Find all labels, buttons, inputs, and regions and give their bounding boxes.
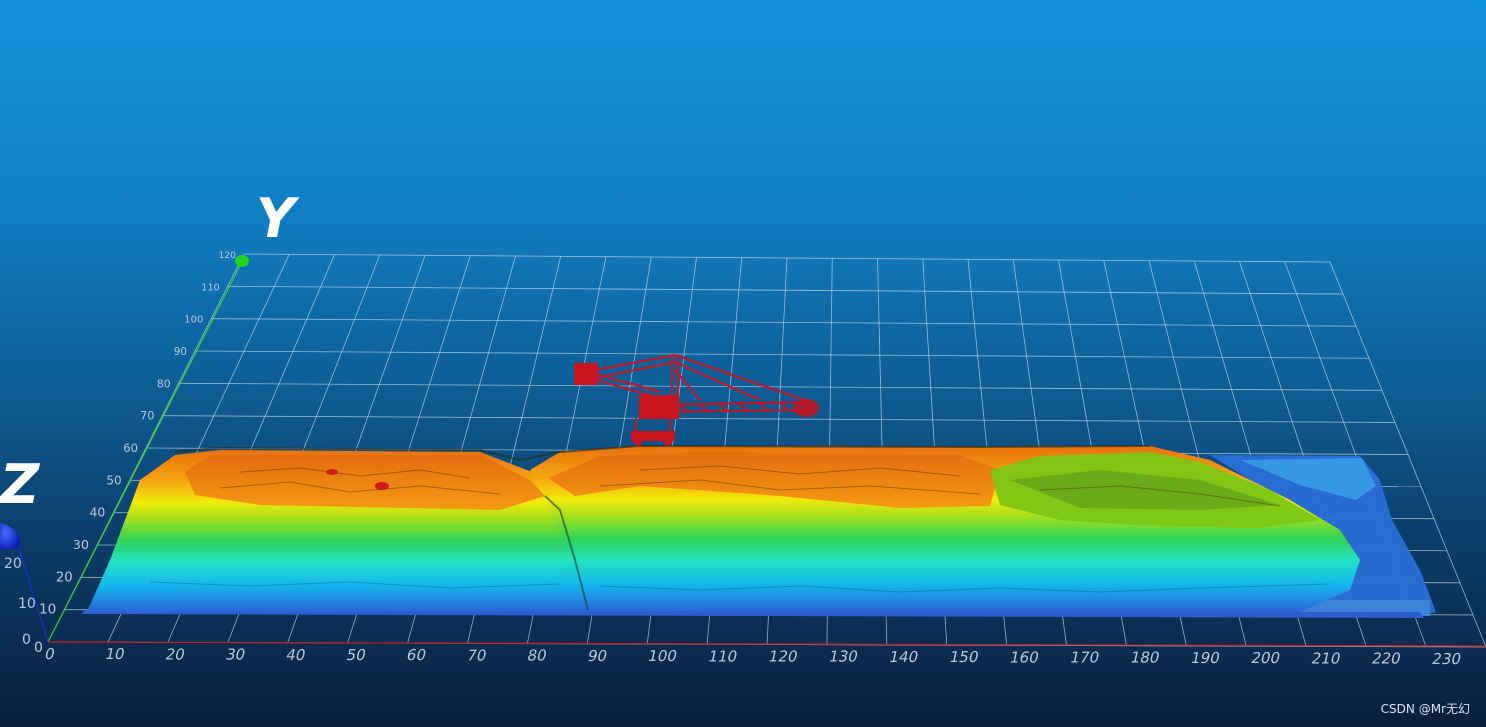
y-axis-title: Y (256, 187, 296, 250)
y-tick-label: 60 (123, 441, 138, 455)
z-tick-label: 20 (4, 556, 22, 572)
x-tick-label: 220 (1370, 650, 1402, 668)
x-tick-label: 110 (707, 647, 739, 665)
x-tick-label: 160 (1008, 648, 1040, 666)
z-tick-label: 0 (22, 632, 31, 648)
y-tick-label: 70 (140, 410, 154, 423)
y-tick-label: 40 (90, 505, 106, 520)
x-tick-label: 70 (465, 647, 488, 665)
y-tick-label: 20 (56, 570, 73, 585)
x-tick-label: 20 (164, 646, 187, 664)
x-tick-label: 120 (767, 648, 799, 666)
x-tick-label: 100 (646, 647, 678, 665)
3d-viewport[interactable]: 0 10 20 30 40 50 60 70 80 90 100 110 120 130 140 150 160… (0, 0, 1486, 727)
y-tick-label: 120 (218, 250, 236, 261)
z-axis-line (13, 531, 49, 643)
x-tick-label: 230 (1430, 650, 1462, 668)
y-axis-end-marker (235, 255, 249, 267)
x-tick-label: 130 (827, 648, 859, 666)
x-tick-label: 150 (948, 648, 980, 666)
x-tick-label: 210 (1310, 650, 1342, 668)
x-axis-ticks: 0 10 20 30 40 50 60 70 80 90 100 110 120 130 140 150 160… (43, 645, 1463, 668)
y-tick-label: 90 (174, 346, 187, 358)
stockpile-point-cloud[interactable] (82, 444, 1436, 618)
z-axis-end-marker (0, 522, 21, 550)
x-tick-label: 30 (224, 646, 247, 664)
x-tick-label: 50 (345, 646, 368, 664)
x-tick-label: 170 (1069, 649, 1101, 667)
x-tick-label: 200 (1249, 649, 1281, 667)
y-tick-label: 100 (184, 315, 203, 326)
y-tick-label: 30 (73, 538, 89, 553)
z-tick-label: 10 (18, 596, 36, 612)
x-tick-label: 190 (1189, 649, 1221, 667)
x-tick-label: 180 (1129, 649, 1161, 667)
x-tick-label: 60 (405, 646, 428, 664)
z-axis-title: Z (0, 453, 40, 516)
x-tick-label: 40 (284, 646, 307, 664)
watermark: CSDN @Mr无幻 (1380, 702, 1470, 716)
origin-label: 0 (34, 640, 43, 656)
y-tick-label: 110 (201, 282, 219, 293)
y-tick-label: 10 (39, 602, 56, 618)
y-tick-label: 50 (106, 473, 121, 487)
scene-canvas[interactable]: 0 10 20 30 40 50 60 70 80 90 100 110 120 130 140 150 160… (0, 0, 1486, 727)
y-tick-label: 80 (157, 377, 171, 390)
x-tick-label: 80 (526, 647, 549, 665)
x-tick-label: 140 (888, 648, 920, 666)
x-tick-label: 0 (43, 645, 56, 663)
x-tick-label: 90 (586, 647, 609, 665)
x-tick-label: 10 (103, 645, 126, 663)
